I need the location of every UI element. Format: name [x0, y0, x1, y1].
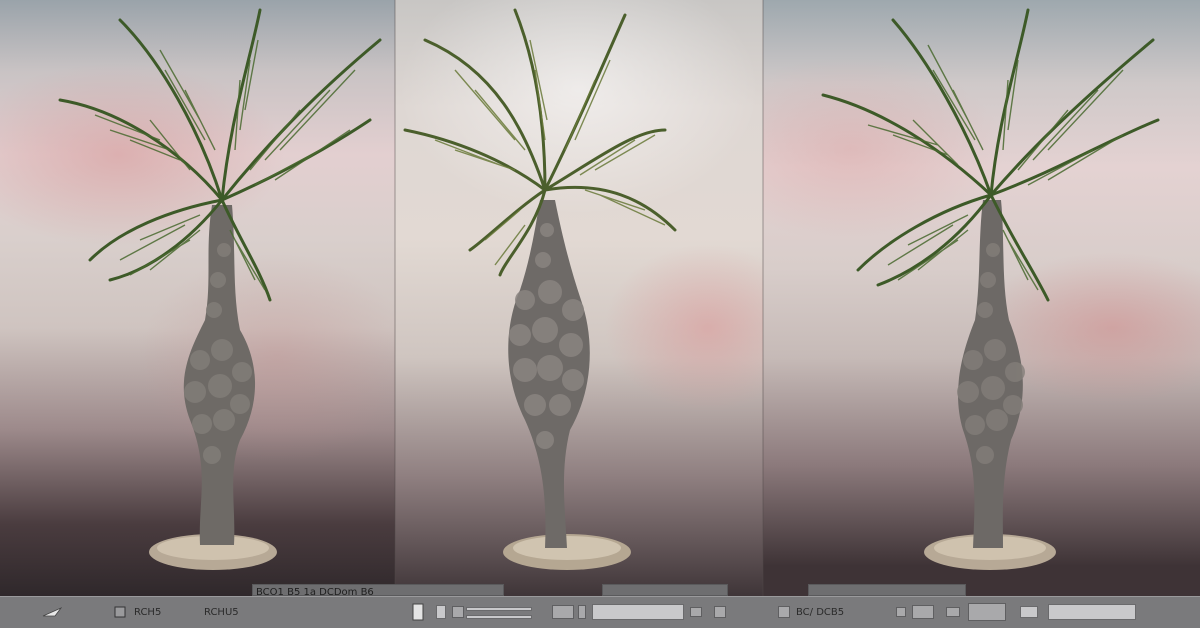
progress-slider-2[interactable] — [466, 615, 532, 619]
palm-tree-left — [58, 8, 382, 570]
tool-button[interactable] — [452, 606, 464, 618]
document-icon[interactable] — [412, 603, 424, 621]
swatch-button[interactable] — [436, 605, 446, 619]
swatch-button-2[interactable] — [1020, 606, 1038, 618]
palm-panel-right — [763, 0, 1200, 596]
panel-icon[interactable] — [114, 606, 126, 618]
bottom-toolbar: RCH5 RCHU5 BC/ DCB5 — [0, 596, 1200, 628]
tab-strip-middle[interactable] — [602, 584, 728, 596]
tool-button-2[interactable] — [714, 606, 726, 618]
toolbar-label-b: RCHU5 — [204, 607, 239, 618]
tool-button-3[interactable] — [896, 607, 906, 617]
preview-box[interactable] — [968, 603, 1006, 621]
palm-tree-middle — [403, 8, 677, 570]
pointer-icon[interactable] — [42, 607, 63, 617]
toolbar-label-a: RCH5 — [134, 607, 162, 618]
tool-button-4[interactable] — [946, 607, 960, 617]
option-button[interactable] — [552, 605, 574, 619]
panel-divider — [394, 0, 396, 596]
palm-panel-left — [0, 0, 395, 596]
tab-strip-right[interactable] — [808, 584, 966, 596]
value-field-2[interactable] — [1048, 604, 1136, 620]
palm-panel-middle — [395, 0, 763, 596]
panel-icon[interactable] — [778, 606, 790, 618]
option-button-small[interactable] — [578, 605, 586, 619]
option-button-3[interactable] — [912, 605, 934, 619]
palm-tree-right — [821, 8, 1160, 570]
progress-slider[interactable] — [466, 607, 532, 611]
image-scene — [0, 0, 1200, 596]
value-field[interactable] — [592, 604, 684, 620]
panel-divider — [762, 0, 764, 596]
toolbar-label-c: BC/ DCB5 — [796, 607, 845, 618]
settings-icon[interactable] — [690, 607, 702, 617]
